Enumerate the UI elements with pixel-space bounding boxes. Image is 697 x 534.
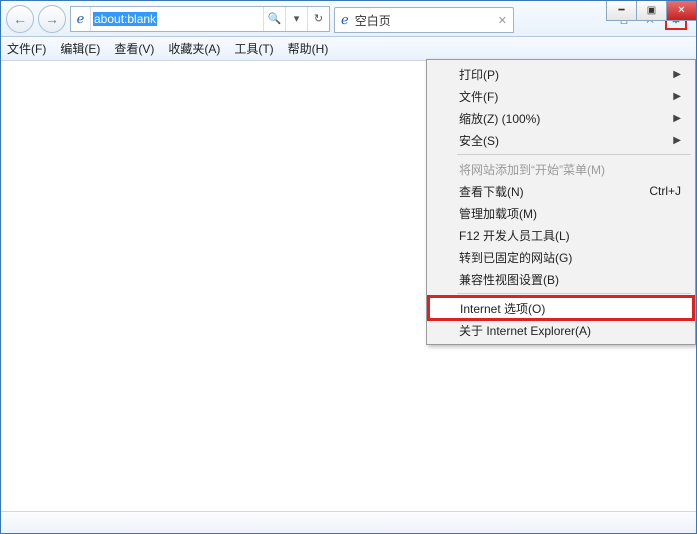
close-window-button[interactable]: ✕ bbox=[666, 1, 696, 21]
square-icon: ▣ bbox=[647, 5, 656, 16]
back-button[interactable]: ← bbox=[6, 5, 34, 33]
menu-item-print[interactable]: 打印(P)▶ bbox=[429, 63, 693, 85]
tools-dropdown: 打印(P)▶ 文件(F)▶ 缩放(Z) (100%)▶ 安全(S)▶ 将网站添加… bbox=[426, 59, 696, 345]
menu-tools[interactable]: 工具(T) bbox=[234, 40, 273, 57]
menu-item-internet-options[interactable]: Internet 选项(O) bbox=[429, 297, 693, 319]
page-content: 打印(P)▶ 文件(F)▶ 缩放(Z) (100%)▶ 安全(S)▶ 将网站添加… bbox=[1, 61, 696, 511]
tab-blank[interactable]: ℯ 空白页 ✕ bbox=[334, 7, 514, 33]
dropdown-icon[interactable]: ▾ bbox=[285, 7, 307, 31]
menu-item-add-to-start: 将网站添加到“开始”菜单(M) bbox=[429, 158, 693, 180]
separator bbox=[457, 293, 691, 294]
status-bar bbox=[1, 511, 696, 533]
menu-favorites[interactable]: 收藏夹(A) bbox=[168, 40, 220, 57]
menu-item-view-downloads[interactable]: 查看下载(N)Ctrl+J bbox=[429, 180, 693, 202]
menu-item-goto-pinned[interactable]: 转到已固定的网站(G) bbox=[429, 246, 693, 268]
menu-item-about-ie[interactable]: 关于 Internet Explorer(A) bbox=[429, 319, 693, 341]
ie-icon: ℯ bbox=[71, 7, 91, 31]
menu-file[interactable]: 文件(F) bbox=[7, 40, 46, 57]
address-input[interactable]: about:blank bbox=[91, 12, 263, 26]
close-tab-button[interactable]: ✕ bbox=[498, 14, 507, 27]
chevron-right-icon: ▶ bbox=[673, 69, 681, 80]
chevron-right-icon: ▶ bbox=[673, 135, 681, 146]
menu-item-file[interactable]: 文件(F)▶ bbox=[429, 85, 693, 107]
forward-button[interactable]: → bbox=[38, 5, 66, 33]
search-icon[interactable]: 🔍 bbox=[263, 7, 285, 31]
separator bbox=[457, 154, 691, 155]
menu-item-compat-view[interactable]: 兼容性视图设置(B) bbox=[429, 268, 693, 290]
ie-icon: ℯ bbox=[341, 12, 349, 28]
maximize-button[interactable]: ▣ bbox=[636, 1, 666, 21]
menu-item-safety[interactable]: 安全(S)▶ bbox=[429, 129, 693, 151]
menu-help[interactable]: 帮助(H) bbox=[288, 40, 329, 57]
menu-item-manage-addons[interactable]: 管理加载项(M) bbox=[429, 202, 693, 224]
arrow-right-icon: → bbox=[45, 11, 59, 27]
menu-edit[interactable]: 编辑(E) bbox=[60, 40, 100, 57]
refresh-button[interactable]: ↻ bbox=[307, 7, 329, 31]
address-bar[interactable]: ℯ about:blank 🔍 ▾ ↻ bbox=[70, 6, 330, 32]
menu-item-f12-devtools[interactable]: F12 开发人员工具(L) bbox=[429, 224, 693, 246]
arrow-left-icon: ← bbox=[13, 11, 27, 27]
menu-view[interactable]: 查看(V) bbox=[114, 40, 154, 57]
tab-title: 空白页 bbox=[355, 12, 492, 29]
dash-icon: ━ bbox=[618, 5, 624, 16]
chevron-right-icon: ▶ bbox=[673, 113, 681, 124]
menu-bar: 文件(F) 编辑(E) 查看(V) 收藏夹(A) 工具(T) 帮助(H) bbox=[1, 37, 696, 61]
close-icon: ✕ bbox=[677, 5, 685, 16]
minimize-button[interactable]: ━ bbox=[606, 1, 636, 21]
menu-item-zoom[interactable]: 缩放(Z) (100%)▶ bbox=[429, 107, 693, 129]
chevron-right-icon: ▶ bbox=[673, 91, 681, 102]
